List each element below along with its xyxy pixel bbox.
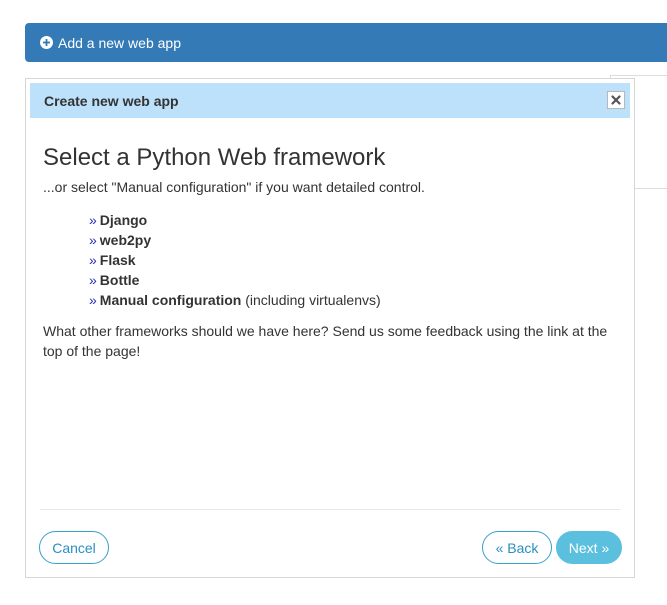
framework-item: » web2py	[89, 230, 623, 250]
bullet-icon: »	[89, 232, 97, 248]
framework-item: » Flask	[89, 250, 623, 270]
framework-link-flask[interactable]: Flask	[100, 252, 136, 268]
bullet-icon: »	[89, 292, 97, 308]
framework-item: » Bottle	[89, 270, 623, 290]
page: Add a new web app Create new web app Sel…	[0, 0, 667, 605]
close-icon	[611, 92, 621, 108]
create-web-app-dialog: Create new web app Select a Python Web f…	[25, 78, 635, 578]
dialog-header: Create new web app	[30, 83, 630, 118]
framework-link-web2py[interactable]: web2py	[100, 232, 151, 248]
bullet-icon: »	[89, 272, 97, 288]
framework-list: » Django » web2py » Flask » Bottle » Manual c…	[89, 210, 623, 310]
page-title: Select a Python Web framework	[43, 144, 386, 171]
next-button[interactable]: Next »	[556, 531, 622, 564]
add-web-app-button[interactable]: Add a new web app	[25, 23, 667, 62]
bullet-icon: »	[89, 252, 97, 268]
framework-item: » Django	[89, 210, 623, 230]
bullet-icon: »	[89, 212, 97, 228]
cancel-button[interactable]: Cancel	[39, 531, 109, 564]
dialog-content: Select a Python Web framework ...or sele…	[43, 143, 623, 361]
plus-circle-icon	[40, 36, 53, 49]
framework-link-manual-configuration[interactable]: Manual configuration	[100, 292, 242, 308]
add-web-app-label: Add a new web app	[58, 34, 181, 51]
subtitle: ...or select "Manual configuration" if y…	[43, 179, 425, 195]
back-button[interactable]: « Back	[482, 531, 552, 564]
dialog-title: Create new web app	[44, 92, 179, 109]
close-button[interactable]	[607, 91, 625, 109]
framework-note: (including virtualenvs)	[245, 292, 381, 308]
framework-link-bottle[interactable]: Bottle	[100, 272, 140, 288]
framework-item: » Manual configuration (including virtual…	[89, 290, 623, 310]
framework-link-django[interactable]: Django	[100, 212, 147, 228]
feedback-text: What other frameworks should we have her…	[43, 323, 608, 359]
footer-divider	[40, 509, 620, 510]
